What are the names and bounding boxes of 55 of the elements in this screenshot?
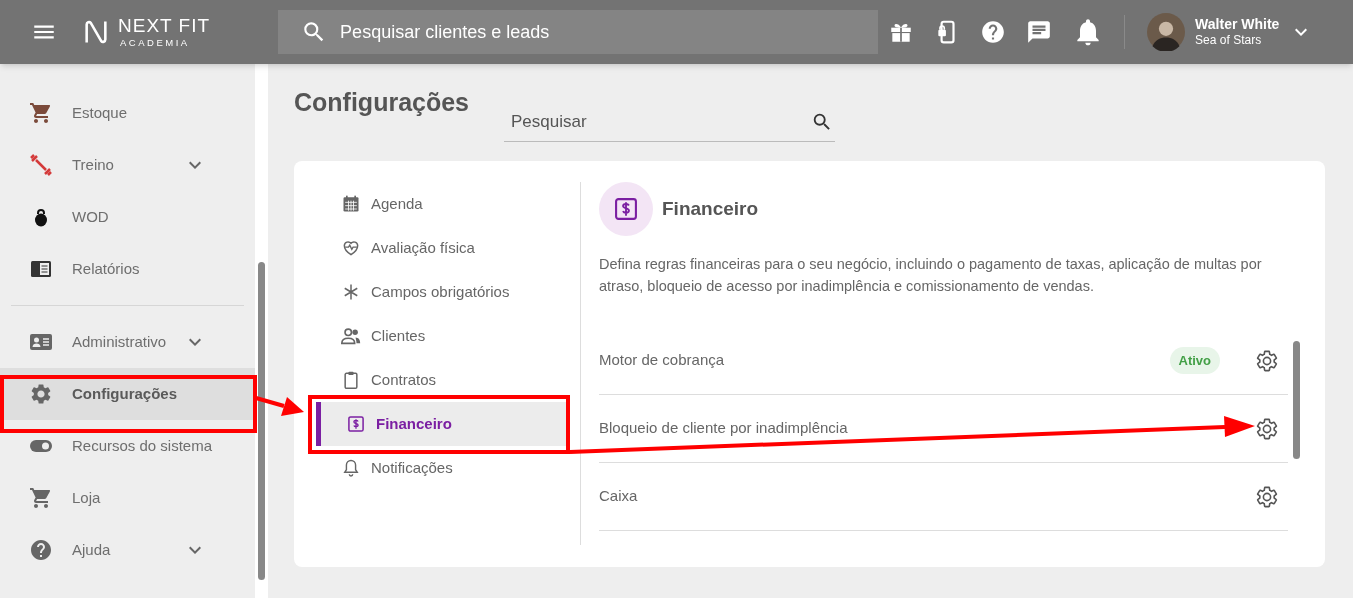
avatar-icon bbox=[1147, 13, 1186, 51]
help-button[interactable] bbox=[980, 19, 1007, 45]
settings-nav-item[interactable]: Avaliação física bbox=[316, 226, 567, 270]
settings-icon bbox=[29, 382, 53, 406]
annotation-arrow bbox=[255, 396, 304, 416]
dollar-square-icon bbox=[612, 195, 640, 223]
bell-icon bbox=[341, 458, 361, 478]
settings-nav-item[interactable]: Clientes bbox=[316, 314, 567, 358]
calendar-icon bbox=[341, 194, 361, 214]
sidebar-item[interactable]: Loja bbox=[0, 472, 255, 524]
settings-nav-item[interactable]: Notificações bbox=[316, 446, 567, 490]
dollar-square-icon bbox=[346, 414, 366, 434]
settings-button[interactable] bbox=[1255, 348, 1279, 373]
sidebar-item[interactable]: Treino bbox=[0, 139, 255, 191]
sidebar-item[interactable]: Recursos do sistema bbox=[0, 420, 255, 472]
scrollbar[interactable] bbox=[255, 64, 268, 598]
heart-pulse-icon bbox=[341, 238, 361, 258]
settings-search-field[interactable]: Pesquisar bbox=[504, 102, 836, 142]
cart-icon bbox=[29, 486, 53, 510]
status-badge: Ativo bbox=[1169, 346, 1220, 375]
help-icon bbox=[29, 538, 53, 562]
user-subtitle: Sea of Stars bbox=[1195, 33, 1263, 49]
clipboard-icon bbox=[341, 370, 361, 390]
settings-nav-item[interactable]: Financeiro bbox=[316, 402, 567, 446]
setting-label: Bloqueio de cliente por inadimplência bbox=[599, 418, 848, 439]
messages-button[interactable] bbox=[1026, 19, 1053, 45]
section-description: Defina regras financeiras para o seu negócio, incluindo o pagamento de taxas, aplicação de multas por atraso, bloqueio de acesso por inadimplência e comissionamento de vendas. bbox=[599, 255, 1263, 296]
sidebar-item[interactable]: Ajuda bbox=[0, 524, 255, 576]
sidebar-item[interactable]: Relatórios bbox=[0, 243, 255, 295]
sidebar-item[interactable]: WOD bbox=[0, 191, 255, 243]
sidebar-item[interactable]: Estoque bbox=[0, 87, 255, 139]
settings-icon bbox=[1255, 416, 1279, 441]
user-menu[interactable]: Walter White Sea of Stars bbox=[1147, 13, 1314, 51]
setting-label: Caixa bbox=[599, 486, 638, 507]
help-icon bbox=[980, 19, 1007, 45]
settings-nav-item[interactable]: Campos obrigatórios bbox=[316, 270, 567, 314]
dumbbell-icon bbox=[29, 153, 53, 177]
settings-nav-item[interactable]: Agenda bbox=[316, 182, 567, 226]
brand-name: NEXT FIT bbox=[118, 16, 211, 36]
cart-icon bbox=[29, 101, 53, 125]
user-name: Walter White bbox=[1195, 15, 1280, 34]
settings-button[interactable] bbox=[1255, 484, 1279, 509]
search-field[interactable]: Pesquisar clientes e leads bbox=[278, 10, 879, 54]
settings-button[interactable] bbox=[1255, 416, 1279, 441]
settings-icon bbox=[1255, 348, 1279, 373]
chat-icon bbox=[1026, 19, 1053, 45]
sidebar-item[interactable]: Configurações bbox=[0, 368, 255, 420]
brand-subtitle: ACADEMIA bbox=[120, 38, 191, 48]
people-icon bbox=[340, 325, 362, 347]
section-title: Financeiro bbox=[662, 196, 759, 221]
settings-nav-item[interactable]: Contratos bbox=[316, 358, 567, 402]
settings-icon bbox=[1255, 484, 1279, 509]
page-title: Configurações bbox=[294, 86, 470, 118]
setting-label: Motor de cobrança bbox=[599, 350, 725, 371]
sidebar-item[interactable]: Administrativo bbox=[0, 316, 255, 368]
